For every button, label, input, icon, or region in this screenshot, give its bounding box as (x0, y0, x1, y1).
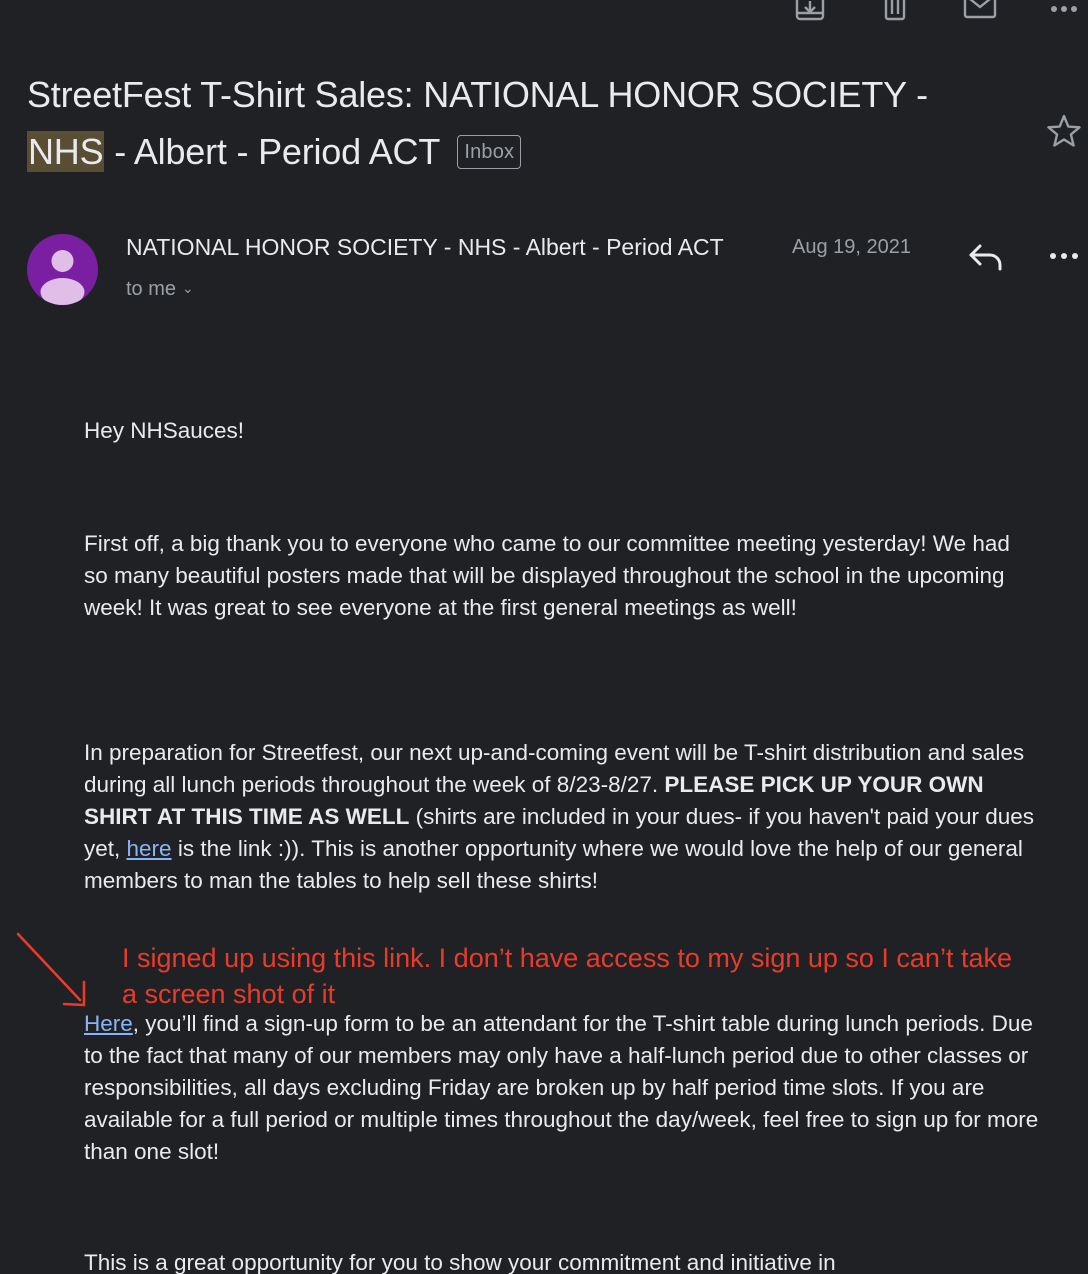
recipient-label: to me (126, 278, 177, 300)
sender-avatar[interactable] (27, 234, 98, 305)
message-more-icon[interactable] (1046, 240, 1082, 270)
subject-text: StreetFest T-Shirt Sales: NATIONAL HONOR… (27, 74, 928, 115)
reply-icon[interactable] (966, 238, 1006, 278)
body-paragraph-1: First off, a big thank you to everyone w… (84, 531, 1010, 620)
archive-icon[interactable] (790, 0, 830, 34)
body-paragraph-4: This is a great opportunity for you to s… (84, 1250, 836, 1274)
inbox-label-badge[interactable]: Inbox (457, 135, 522, 169)
dues-link[interactable]: here (127, 836, 172, 861)
email-view: StreetFest T-Shirt Sales: NATIONAL HONOR… (0, 0, 1088, 1274)
body-paragraph-3: Here, you’ll find a sign-up form to be a… (84, 1008, 1039, 1168)
greeting-text: Hey NHSauces! (84, 418, 245, 443)
recipient-details[interactable]: to me ⌄ (126, 275, 194, 302)
email-date: Aug 19, 2021 (792, 236, 911, 258)
paragraph-3-text: , you’ll find a sign-up form to be an at… (84, 1011, 1039, 1164)
annotation-note: I signed up using this link. I don’t hav… (122, 943, 1012, 1009)
subject-text-continued: - Albert - Period ACT (104, 131, 440, 172)
email-subject: StreetFest T-Shirt Sales: NATIONAL HONOR… (27, 66, 1017, 180)
signup-form-link[interactable]: Here (84, 1011, 133, 1036)
mark-unread-icon[interactable] (960, 0, 1000, 34)
sender-name[interactable]: NATIONAL HONOR SOCIETY - NHS - Albert - … (126, 232, 724, 262)
more-options-icon[interactable] (1044, 0, 1084, 34)
delete-icon[interactable] (875, 0, 915, 34)
paragraph-2-text-end: is the link :)). This is another opportu… (84, 836, 1023, 893)
body-paragraph-2: In preparation for Streetfest, our next … (84, 737, 1039, 897)
subject-search-highlight: NHS (27, 131, 105, 172)
star-icon[interactable] (1044, 112, 1084, 152)
chevron-down-icon: ⌄ (182, 280, 194, 296)
annotation-arrow-icon (16, 932, 86, 1007)
